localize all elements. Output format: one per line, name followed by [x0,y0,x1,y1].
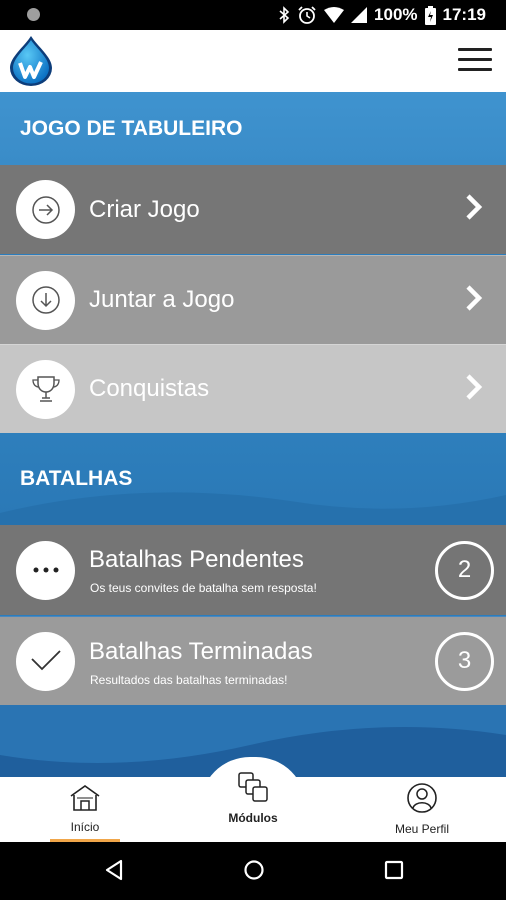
status-bar: 100% 17:19 [0,0,506,30]
board-game-section-header: JOGO DE TABULEIRO [0,92,506,165]
item-label: Batalhas Terminadas [89,638,313,665]
chevron-right-icon [464,372,484,407]
nav-modules-tab[interactable]: Módulos [215,771,291,836]
clock-time: 17:19 [442,5,486,24]
join-game-item[interactable]: Juntar a Jogo [0,255,506,344]
alarm-icon [297,5,317,25]
modules-icon [237,771,269,808]
chevron-right-icon [464,192,484,227]
arrow-down-circle-icon [16,270,75,330]
bluetooth-icon [278,6,290,24]
battles-section-header: BATALHAS [0,433,506,525]
notification-dot-icon [27,8,40,21]
item-label: Batalhas Pendentes [89,546,304,573]
nav-label: Módulos [228,811,278,825]
hamburger-menu-button[interactable] [458,48,492,74]
arrow-right-circle-icon [16,180,75,239]
signal-icon [351,7,368,23]
menu-line [458,58,492,61]
nav-home-tab[interactable]: Início [54,777,116,842]
chevron-right-icon [464,283,484,318]
nav-profile-tab[interactable]: Meu Perfil [382,777,462,842]
app-header [0,30,506,92]
menu-line [458,68,492,71]
section-title: JOGO DE TABULEIRO [20,116,243,140]
battery-icon [424,5,436,25]
item-label: Juntar a Jogo [89,286,235,313]
achievements-item[interactable]: Conquistas [0,344,506,433]
finished-battles-item[interactable]: Batalhas Terminadas Resultados das batal… [0,616,506,705]
create-game-item[interactable]: Criar Jogo [0,165,506,254]
home-circle-icon[interactable] [243,859,265,886]
wifi-icon [324,7,345,23]
trophy-icon [16,359,75,419]
menu-line [458,48,492,51]
count-badge: 2 [435,540,494,600]
bottom-navigation: Início Módulos Meu Perfil [0,772,506,842]
nav-label: Meu Perfil [394,822,450,836]
item-label: Conquistas [89,375,210,402]
profile-icon [406,782,438,819]
count-badge: 3 [435,631,494,691]
item-subtitle: Os teus convites de batalha sem resposta… [90,581,317,595]
pending-battles-item[interactable]: Batalhas Pendentes Os teus convites de b… [0,525,506,615]
item-label: Criar Jogo [89,195,200,223]
app-logo-icon [8,35,54,87]
status-icons: 100% 17:19 [278,0,486,30]
home-icon [69,784,101,817]
more-dots-icon [16,540,75,600]
system-navigation-bar [0,842,506,900]
recents-icon[interactable] [384,859,404,886]
item-subtitle: Resultados das batalhas terminadas! [90,673,288,687]
checkmark-icon [16,631,75,691]
battery-percent: 100% [374,5,418,24]
nav-label: Início [70,820,100,834]
back-icon[interactable] [104,859,124,886]
section-title: BATALHAS [20,467,133,490]
